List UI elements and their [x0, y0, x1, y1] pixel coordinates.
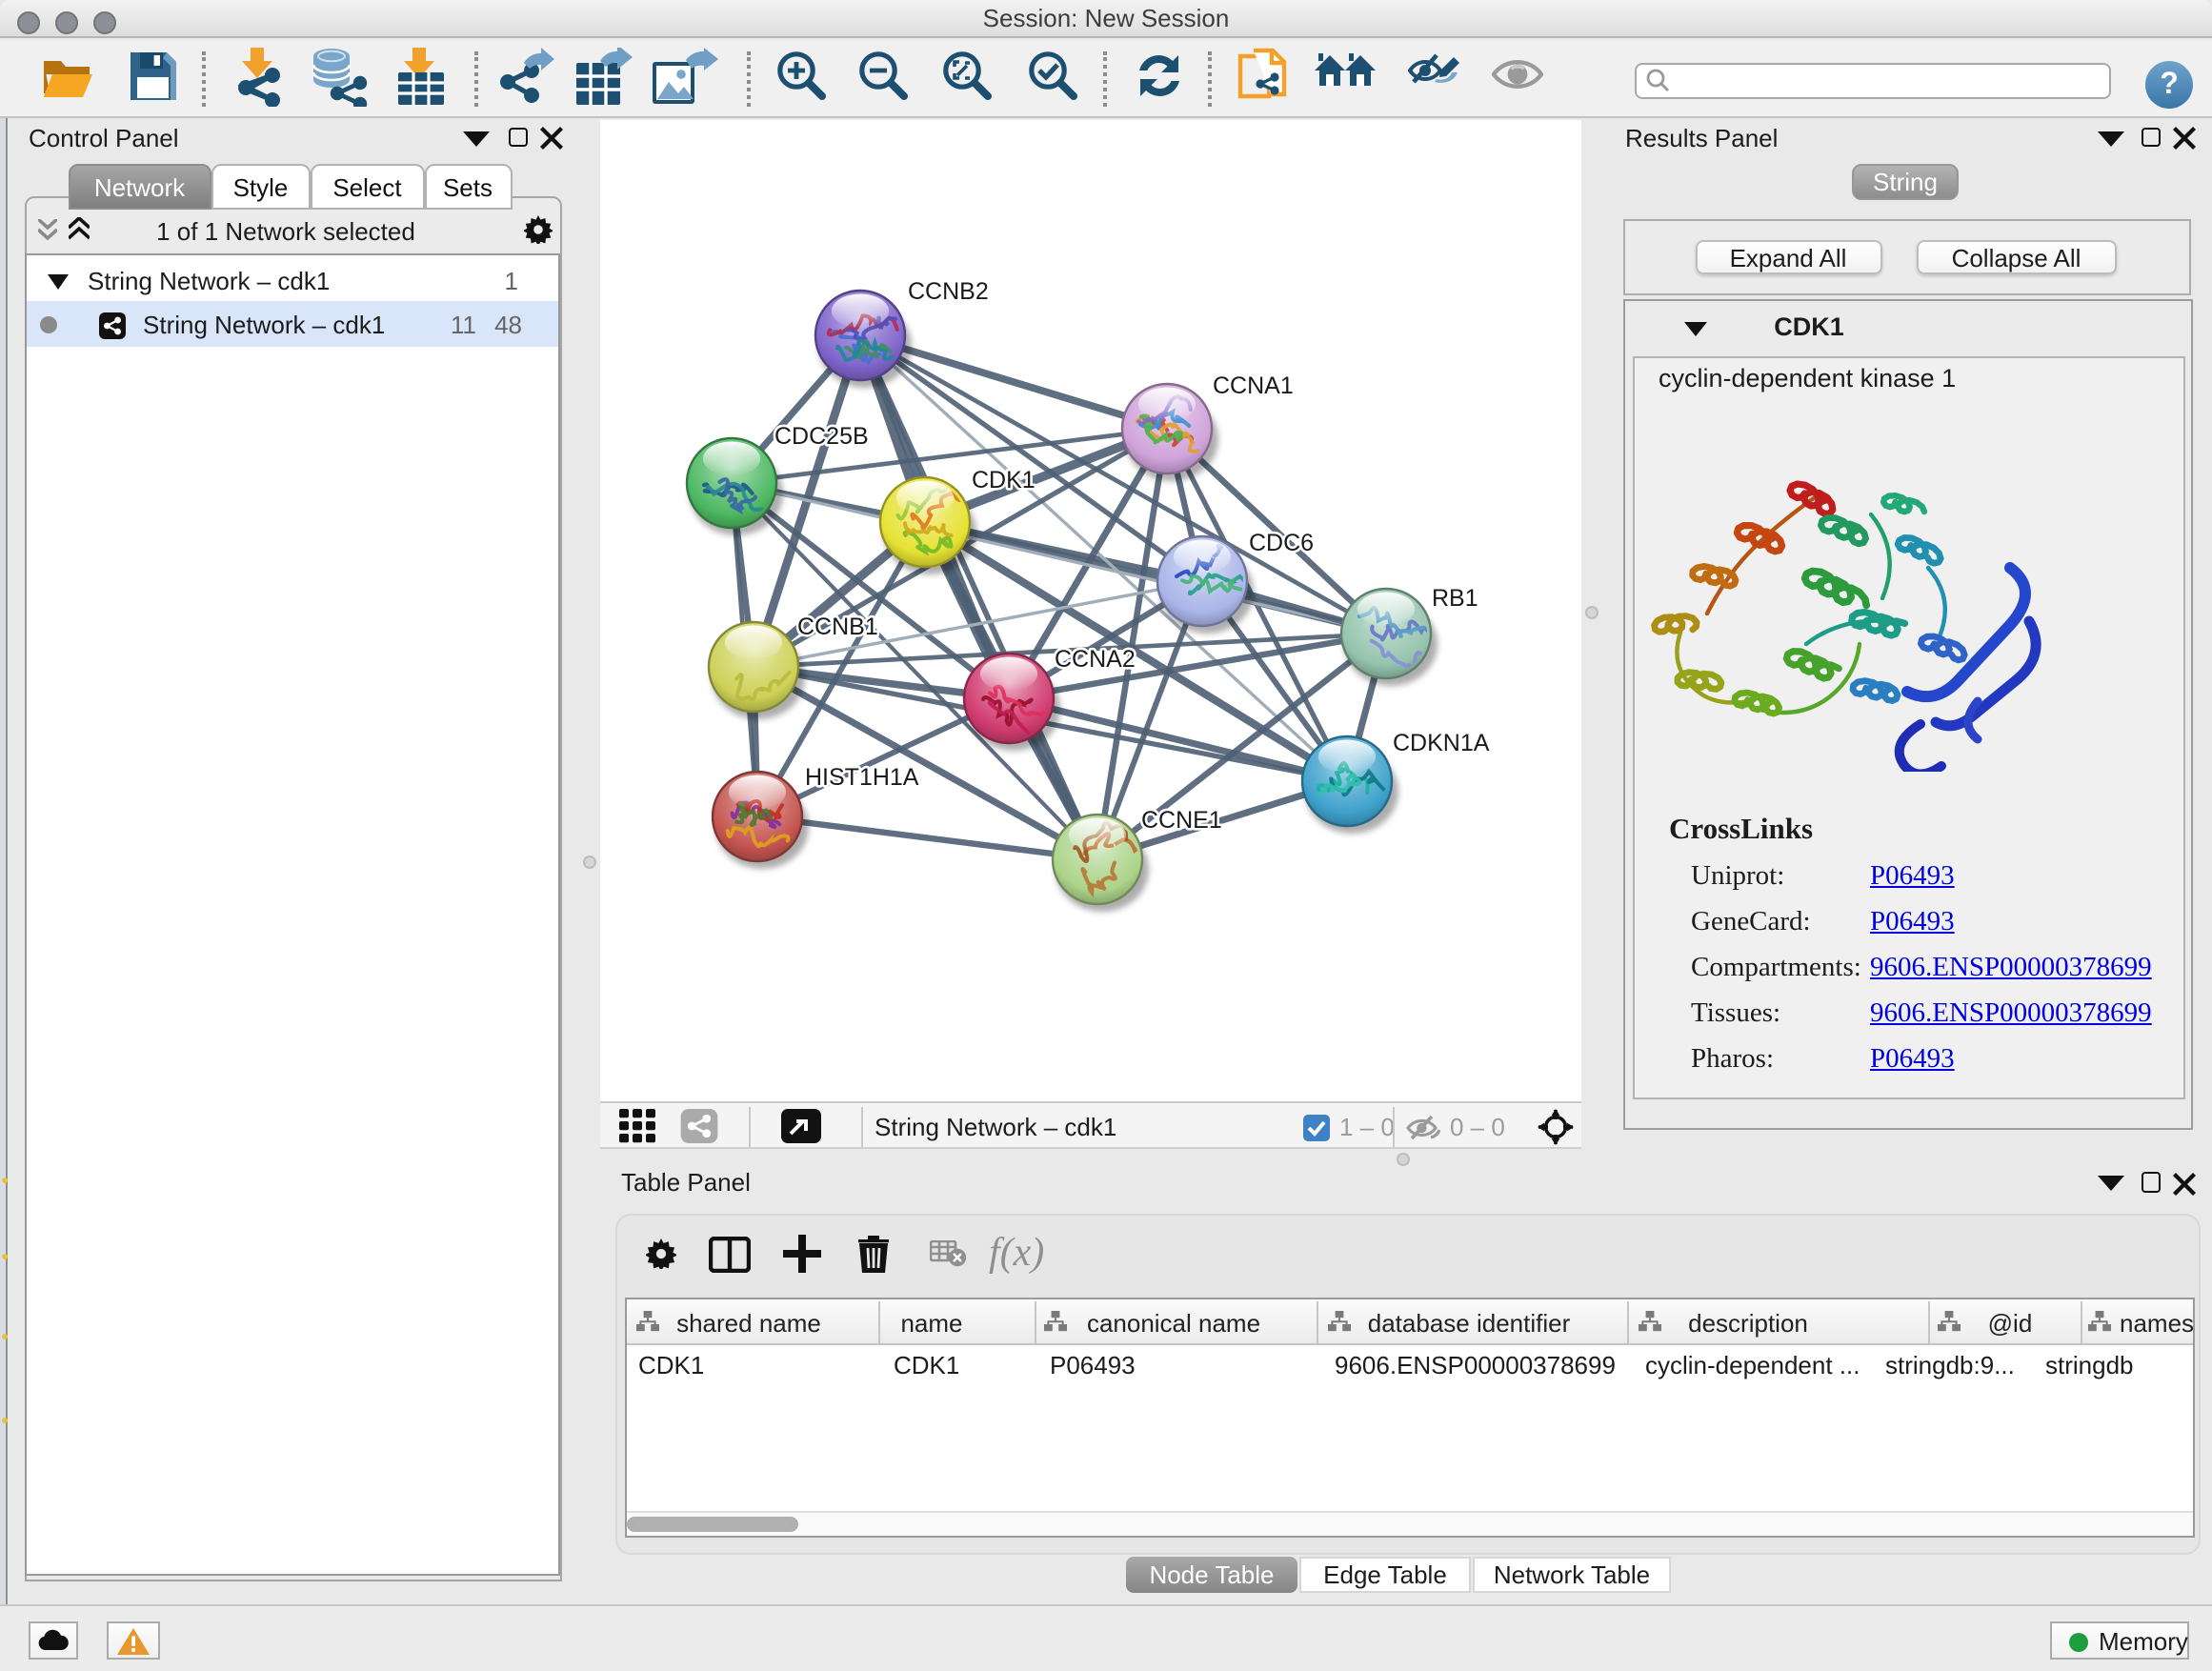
- svg-text:RB1: RB1: [1432, 584, 1478, 611]
- svg-text:CCNB1: CCNB1: [797, 613, 878, 639]
- svg-text:CCNA1: CCNA1: [1213, 372, 1294, 398]
- svg-text:CCNE1: CCNE1: [1141, 806, 1222, 833]
- svg-text:CDKN1A: CDKN1A: [1393, 729, 1490, 755]
- svg-text:HIST1H1A: HIST1H1A: [805, 763, 919, 790]
- svg-text:CDC25B: CDC25B: [774, 422, 869, 449]
- svg-text:CCNA2: CCNA2: [1055, 645, 1136, 672]
- svg-text:CDK1: CDK1: [972, 466, 1036, 493]
- svg-text:CDC6: CDC6: [1249, 529, 1314, 555]
- svg-text:CCNB2: CCNB2: [908, 277, 989, 304]
